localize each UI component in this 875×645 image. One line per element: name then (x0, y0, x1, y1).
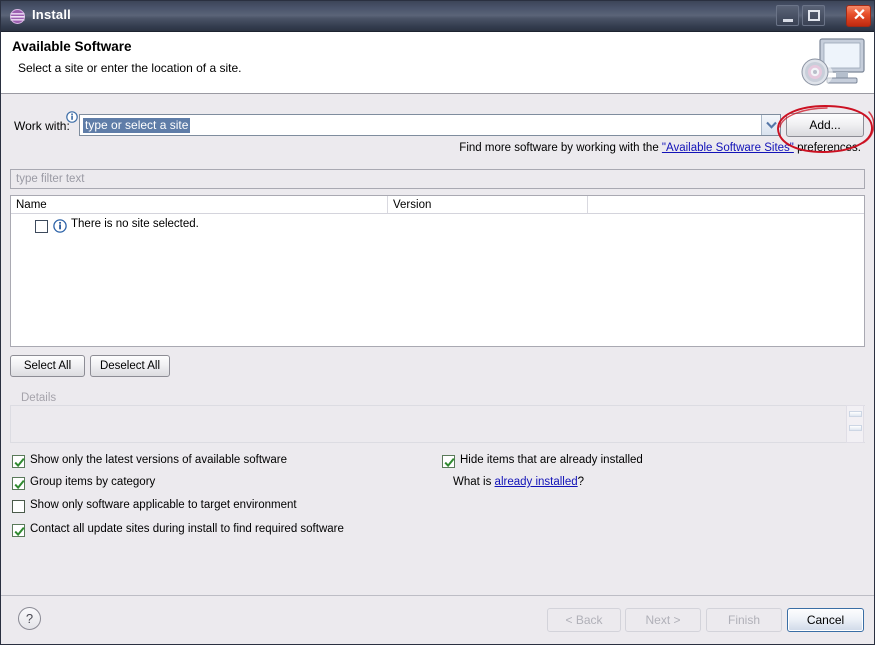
monitor-with-disc-icon (799, 38, 865, 87)
already-installed-prefix: What is (453, 476, 495, 488)
checkbox-box[interactable] (12, 477, 25, 490)
checkbox-label: Show only software applicable to target … (30, 499, 297, 511)
checkbox-box[interactable] (442, 455, 455, 468)
window-title: Install (32, 7, 71, 22)
checkbox-label: Group items by category (30, 476, 156, 488)
select-all-button[interactable]: Select All (10, 355, 85, 377)
question-mark-icon: ? (25, 611, 34, 626)
page-subtitle: Select a site or enter the location of a… (18, 61, 242, 75)
chevron-down-icon[interactable] (761, 115, 780, 135)
cancel-button[interactable]: Cancel (787, 608, 864, 632)
find-more-software-text: Find more software by working with the "… (459, 142, 861, 154)
already-installed-text: What is already installed? (453, 476, 584, 488)
minimize-icon (783, 19, 793, 22)
details-widget-bar-bottom (849, 425, 862, 431)
find-more-suffix: preferences. (793, 142, 861, 154)
software-table: Name Version There is no site selected. (10, 195, 865, 347)
checkbox-box[interactable] (12, 500, 25, 513)
table-row[interactable]: There is no site selected. (11, 216, 864, 236)
row-checkbox[interactable] (35, 220, 48, 233)
column-header-version[interactable]: Version (388, 196, 588, 213)
dialog-header: Available Software Select a site or ente… (1, 32, 874, 94)
checkbox-label: Show only the latest versions of availab… (30, 454, 287, 466)
details-widget-bar-top (849, 411, 862, 417)
checkbox-box[interactable] (12, 524, 25, 537)
already-installed-link[interactable]: already installed (495, 476, 578, 488)
page-title: Available Software (12, 39, 132, 54)
work-with-label: Work with: (14, 119, 70, 133)
info-icon (53, 219, 67, 233)
footer-separator (1, 595, 874, 596)
details-label: Details (17, 392, 61, 404)
minimize-button[interactable] (776, 5, 799, 26)
maximize-icon (808, 10, 820, 21)
add-button[interactable]: Add... (786, 113, 864, 137)
find-more-prefix: Find more software by working with the (459, 142, 662, 154)
available-software-sites-link[interactable]: "Available Software Sites" (662, 142, 794, 154)
already-installed-suffix: ? (577, 476, 585, 488)
install-dialog-window: Install ✕ Available Software Select a si… (0, 0, 875, 645)
row-name-cell: There is no site selected. (71, 218, 199, 230)
checkbox-label: Hide items that are already installed (460, 454, 643, 466)
checkbox-label: Contact all update sites during install … (30, 523, 344, 535)
back-button[interactable]: < Back (547, 608, 621, 632)
maximize-button[interactable] (802, 5, 825, 26)
checkbox-box[interactable] (12, 455, 25, 468)
close-icon: ✕ (852, 7, 867, 24)
filter-placeholder: type filter text (16, 173, 85, 185)
work-with-input[interactable]: type or select a site (83, 118, 191, 133)
column-header-spare[interactable] (588, 196, 864, 213)
work-with-combo[interactable]: type or select a site (79, 114, 781, 136)
column-header-name[interactable]: Name (11, 196, 388, 213)
info-icon (66, 111, 78, 123)
finish-button[interactable]: Finish (706, 608, 782, 632)
help-button[interactable]: ? (18, 607, 41, 630)
details-group (10, 405, 865, 443)
eclipse-sphere-icon (10, 9, 25, 24)
table-header-row: Name Version (11, 196, 864, 214)
deselect-all-button[interactable]: Deselect All (90, 355, 170, 377)
details-scroll-widget[interactable] (846, 405, 864, 443)
filter-input[interactable]: type filter text (10, 169, 865, 189)
titlebar: Install ✕ (1, 1, 874, 32)
close-button[interactable]: ✕ (846, 5, 871, 27)
next-button[interactable]: Next > (625, 608, 701, 632)
